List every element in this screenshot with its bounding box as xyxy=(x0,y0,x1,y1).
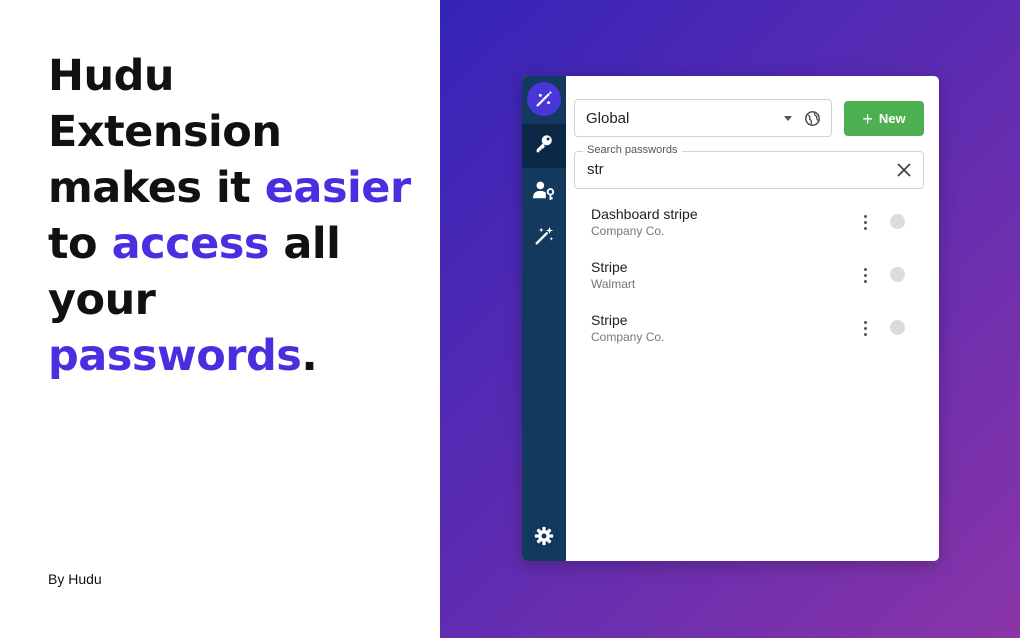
extension-popup: Global + New Search passwords str Dashbo… xyxy=(522,76,939,561)
headline-line: to xyxy=(48,219,112,269)
password-title: Stripe xyxy=(591,259,628,275)
new-password-button[interactable]: + New xyxy=(844,101,924,136)
status-indicator xyxy=(890,320,905,335)
password-company: Walmart xyxy=(591,277,636,291)
sidebar-item-generator[interactable] xyxy=(522,216,566,260)
headline-highlight: passwords xyxy=(48,331,302,381)
byline: By Hudu xyxy=(48,571,102,587)
magic-wand-icon[interactable] xyxy=(527,82,561,116)
headline-line: your xyxy=(48,275,156,325)
headline: Hudu Extension makes it easier to access… xyxy=(48,48,438,384)
list-item[interactable]: Stripe Company Co. xyxy=(566,306,939,359)
list-item[interactable]: Dashboard stripe Company Co. xyxy=(566,200,939,253)
search-field[interactable]: Search passwords xyxy=(574,144,924,189)
headline-line: Extension xyxy=(48,107,282,157)
password-results: Dashboard stripe Company Co. Stripe Walm… xyxy=(566,200,939,359)
globe-icon xyxy=(804,110,821,127)
password-title: Dashboard stripe xyxy=(591,206,698,222)
search-input[interactable] xyxy=(587,161,877,178)
magic-sparkle-icon xyxy=(533,225,555,252)
password-company: Company Co. xyxy=(591,330,665,344)
popup-content: Global + New Search passwords str Dashbo… xyxy=(566,76,939,561)
key-icon xyxy=(533,133,555,160)
headline-highlight: easier xyxy=(264,163,411,213)
list-item[interactable]: Stripe Walmart xyxy=(566,253,939,306)
password-title: Stripe xyxy=(591,312,628,328)
scope-select[interactable]: Global xyxy=(574,99,832,137)
more-vertical-icon[interactable] xyxy=(859,212,871,232)
marketing-panel: Hudu Extension makes it easier to access… xyxy=(0,0,440,638)
status-indicator xyxy=(890,214,905,229)
more-vertical-icon[interactable] xyxy=(859,265,871,285)
gear-icon xyxy=(534,526,554,551)
more-vertical-icon[interactable] xyxy=(859,318,871,338)
status-indicator xyxy=(890,267,905,282)
scope-select-value: Global xyxy=(586,109,630,127)
headline-line: Hudu xyxy=(48,51,175,101)
settings-button[interactable] xyxy=(522,516,566,560)
sidebar-item-user-passwords[interactable] xyxy=(522,170,566,214)
headline-line: all xyxy=(268,219,341,269)
plus-icon: + xyxy=(862,108,873,129)
chevron-down-icon xyxy=(784,115,792,121)
sidebar-item-passwords[interactable] xyxy=(522,124,566,168)
new-button-label: New xyxy=(878,111,906,126)
headline-line: makes it xyxy=(48,163,265,213)
close-icon[interactable] xyxy=(895,161,913,179)
sidebar-rail xyxy=(522,76,566,561)
password-company: Company Co. xyxy=(591,224,665,238)
gradient-backdrop: Global + New Search passwords str Dashbo… xyxy=(440,0,1020,638)
headline-highlight: access xyxy=(111,219,270,269)
search-label: Search passwords xyxy=(583,144,682,156)
headline-line: . xyxy=(301,331,318,381)
user-key-icon xyxy=(532,179,556,206)
